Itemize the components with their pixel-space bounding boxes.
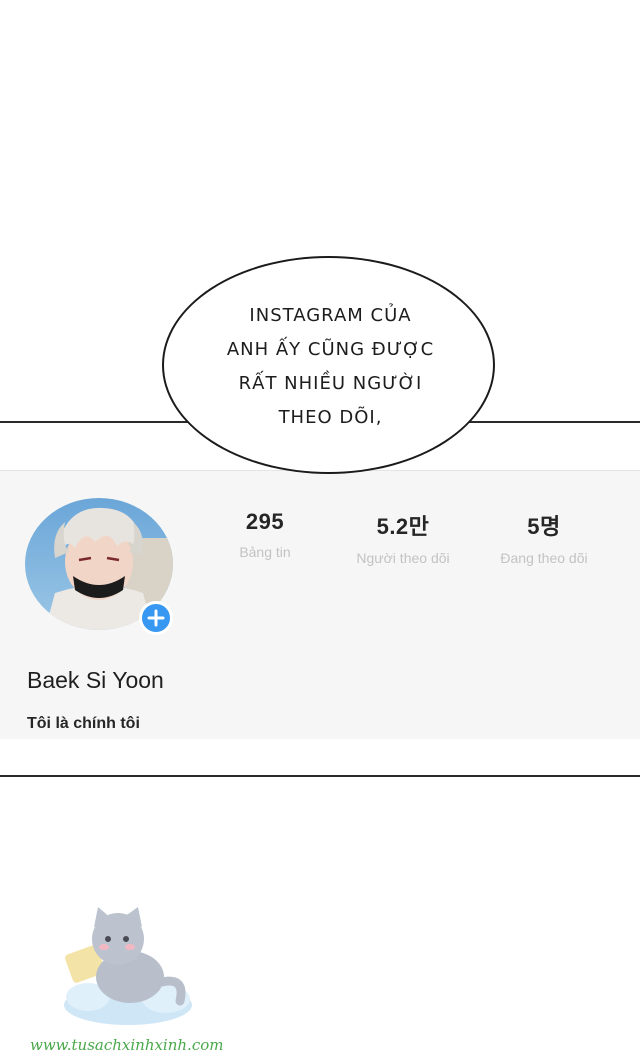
followers-count: 5.2만 [376,514,430,539]
bubble-line: ANH ẤY CŨNG ĐƯỢC [226,339,435,360]
profile-bio: Tôi là chính tôi [27,715,140,732]
add-story-button[interactable] [139,601,173,635]
posts-stat[interactable]: 295 Bảng tin [195,509,335,560]
following-count: 5명 [527,514,561,539]
plus-icon [147,609,165,627]
cat-mascot-logo [58,905,198,1035]
following-label: Đang theo dõi [500,550,588,566]
panel-border-bottom [0,775,640,777]
bubble-line: RẤT NHIỀU NGƯỜI [238,373,423,394]
watermark-link[interactable]: www.tusachxinhxinh.com [30,1036,223,1054]
speech-bubble-text: INSTAGRAM CỦA ANH ẤY CŨNG ĐƯỢC RẤT NHIỀU… [164,258,497,476]
instagram-profile-header: 295 Bảng tin 5.2만 Người theo dõi 5명 Đang… [0,470,640,739]
posts-label: Bảng tin [239,544,291,560]
followers-label: Người theo dõi [356,550,450,566]
profile-name: Baek Si Yoon [27,667,164,693]
following-stat[interactable]: 5명 Đang theo dõi [474,509,614,566]
bubble-line: THEO DÕI, [278,407,383,428]
followers-stat[interactable]: 5.2만 Người theo dõi [333,509,473,566]
bubble-line: INSTAGRAM CỦA [249,305,412,326]
posts-count: 295 [245,509,285,534]
speech-bubble: INSTAGRAM CỦA ANH ẤY CŨNG ĐƯỢC RẤT NHIỀU… [162,256,495,474]
